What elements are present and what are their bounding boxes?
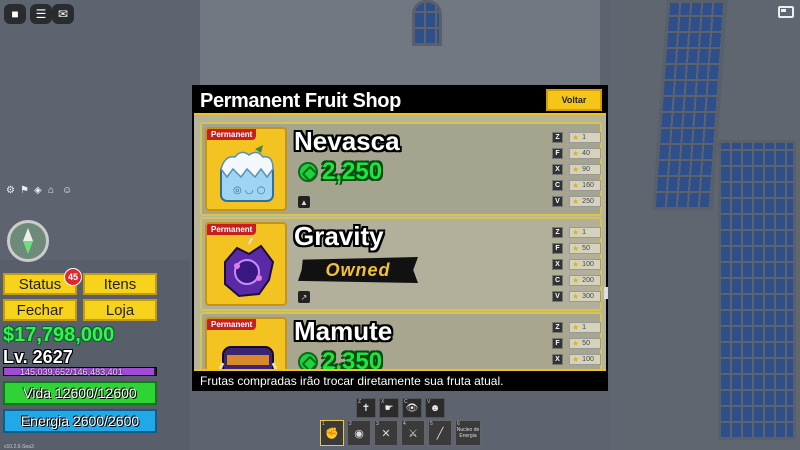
permanent-fruit-shop: Permanent Fruit Shop Voltar Permanent ◎ …: [192, 85, 608, 391]
fruit-name: Nevasca: [294, 126, 400, 156]
home-icon[interactable]: ⌂: [48, 186, 58, 196]
fullscreen-icon[interactable]: [778, 6, 794, 18]
fruit-price: 2,250: [298, 158, 382, 186]
close-button[interactable]: Fechar: [3, 299, 77, 321]
skill-x: X ★ 100: [552, 352, 602, 366]
health-bar: Vida 12600/12600: [3, 381, 157, 405]
fruit-name: Gravity: [294, 221, 384, 251]
hotkey-combat-icon[interactable]: Z ✝: [356, 398, 376, 418]
skill-c: C ★ 160: [552, 178, 602, 192]
gravity-fruit-icon: [224, 238, 275, 298]
mammoth-fruit-icon: [218, 346, 278, 371]
skill-list: Z ★ 1 F ★ 40 X ★ 90 C ★ 160 V ★ 250: [552, 130, 602, 210]
profile-icon[interactable]: ☺: [62, 186, 72, 196]
hotkey-observation-icon[interactable]: C 👁: [402, 398, 422, 418]
fruit-thumbnail: Permanent: [205, 317, 287, 371]
shop-footer-note: Frutas compradas irão trocar diretamente…: [194, 369, 606, 389]
fruit-thumbnail: Permanent: [205, 222, 287, 306]
chat-icon[interactable]: ✉: [52, 4, 74, 24]
crew-icon[interactable]: ⚑: [20, 186, 30, 196]
roblox-menu-icon[interactable]: ■: [4, 4, 26, 24]
shop-title: Permanent Fruit Shop: [200, 90, 401, 112]
permanent-tag: Permanent: [207, 319, 257, 330]
skill-z: Z ★ 1: [552, 225, 602, 239]
fruit-type-icon: ↗: [298, 291, 310, 303]
fruit-row-gravity[interactable]: Permanent Gravity Owned ↗ Z ★ 1 F ★ 50 X ★ 100…: [200, 217, 602, 311]
skill-v: V ★ 250: [552, 194, 602, 208]
list-scrollbar[interactable]: [604, 287, 608, 299]
skill-x: X ★ 100: [552, 257, 602, 271]
skill-z: Z ★ 1: [552, 130, 602, 144]
permanent-tag: Permanent: [207, 224, 257, 235]
hotbar-slot-3[interactable]: 3 ✕: [374, 420, 398, 446]
xp-text: 145,039,652/146,483,401: [20, 367, 123, 377]
permanent-tag: Permanent: [207, 129, 257, 140]
skill-x: X ★ 90: [552, 162, 602, 176]
hotkey-fruit-icon[interactable]: X ☛: [379, 398, 399, 418]
quick-settings-row: ⚙ ⚑ ◈ ⌂ ☺: [6, 186, 72, 196]
voltar-button[interactable]: Voltar: [546, 89, 602, 111]
money-display: $17,798,000: [3, 324, 115, 346]
robux-icon: [298, 162, 318, 182]
window-background: [718, 140, 796, 440]
shop-button[interactable]: Loja: [83, 299, 157, 321]
shop-header: Permanent Fruit Shop Voltar: [194, 87, 606, 115]
skill-f: F ★ 40: [552, 146, 602, 160]
gear-icon[interactable]: ⚙: [6, 186, 16, 196]
level-display: Lv. 2627: [3, 347, 73, 367]
hotbar-slot-1[interactable]: 1 ✊: [320, 420, 344, 446]
compass-icon[interactable]: [7, 220, 49, 262]
fruit-price: 2,350: [298, 348, 382, 371]
fruit-type-icon: ▲: [298, 196, 310, 208]
blizzard-fruit-icon: ◎ ◡ ○: [220, 145, 274, 202]
skill-z: Z ★ 1: [552, 320, 602, 334]
price-value: 2,250: [322, 158, 383, 185]
hotbar-slot-6[interactable]: 6 Nucleo de Energia: [455, 420, 481, 446]
owned-banner: Owned: [298, 257, 418, 283]
items-button[interactable]: Itens: [83, 273, 157, 295]
hotbar-slot-4[interactable]: 4 ⚔: [401, 420, 425, 446]
svg-text:◎ ◡ ○: ◎ ◡ ○: [233, 185, 266, 196]
skill-list: Z ★ 1 F ★ 50 X ★ 100 C ★ 200 V ★ 300: [552, 225, 602, 305]
skill-list: Z★1 F★50 X★100 C★200: [552, 320, 602, 371]
hotbar-slot-2[interactable]: 2 ◉: [347, 420, 371, 446]
window-background: [412, 0, 442, 46]
fruit-thumbnail: Permanent ◎ ◡ ○: [205, 127, 287, 211]
skill-v: V ★ 300: [552, 289, 602, 303]
xp-bar: 145,039,652/146,483,401: [3, 367, 157, 377]
skill-f: F ★ 50: [552, 336, 602, 350]
shield-icon[interactable]: ◈: [34, 186, 44, 196]
fruit-row-nevasca[interactable]: Permanent ◎ ◡ ○ Nevasca 2,250 ▲ Z ★ 1 F ★ 40…: [200, 122, 602, 216]
skill-f: F ★ 50: [552, 241, 602, 255]
fruit-name: Mamute: [294, 316, 393, 346]
fruit-list[interactable]: Permanent ◎ ◡ ○ Nevasca 2,250 ▲ Z ★ 1 F ★ 40…: [200, 119, 602, 371]
hotbar-slot-5[interactable]: 5 ╱: [428, 420, 452, 446]
price-value: 2,350: [322, 348, 383, 371]
fruit-row-mamute[interactable]: Permanent Mamute 2,350 Z ★ 1 F ★ 50 X ★ 100: [200, 312, 602, 371]
skill-c: C★200: [552, 273, 602, 287]
hotkey-race-icon[interactable]: V ☻: [425, 398, 445, 418]
version-label: v10.2.6-Sea3: [4, 444, 34, 450]
hamburger-icon[interactable]: ☰: [30, 4, 52, 24]
status-points-badge: 45: [64, 268, 82, 286]
energy-bar: Energia 2600/2600: [3, 409, 157, 433]
